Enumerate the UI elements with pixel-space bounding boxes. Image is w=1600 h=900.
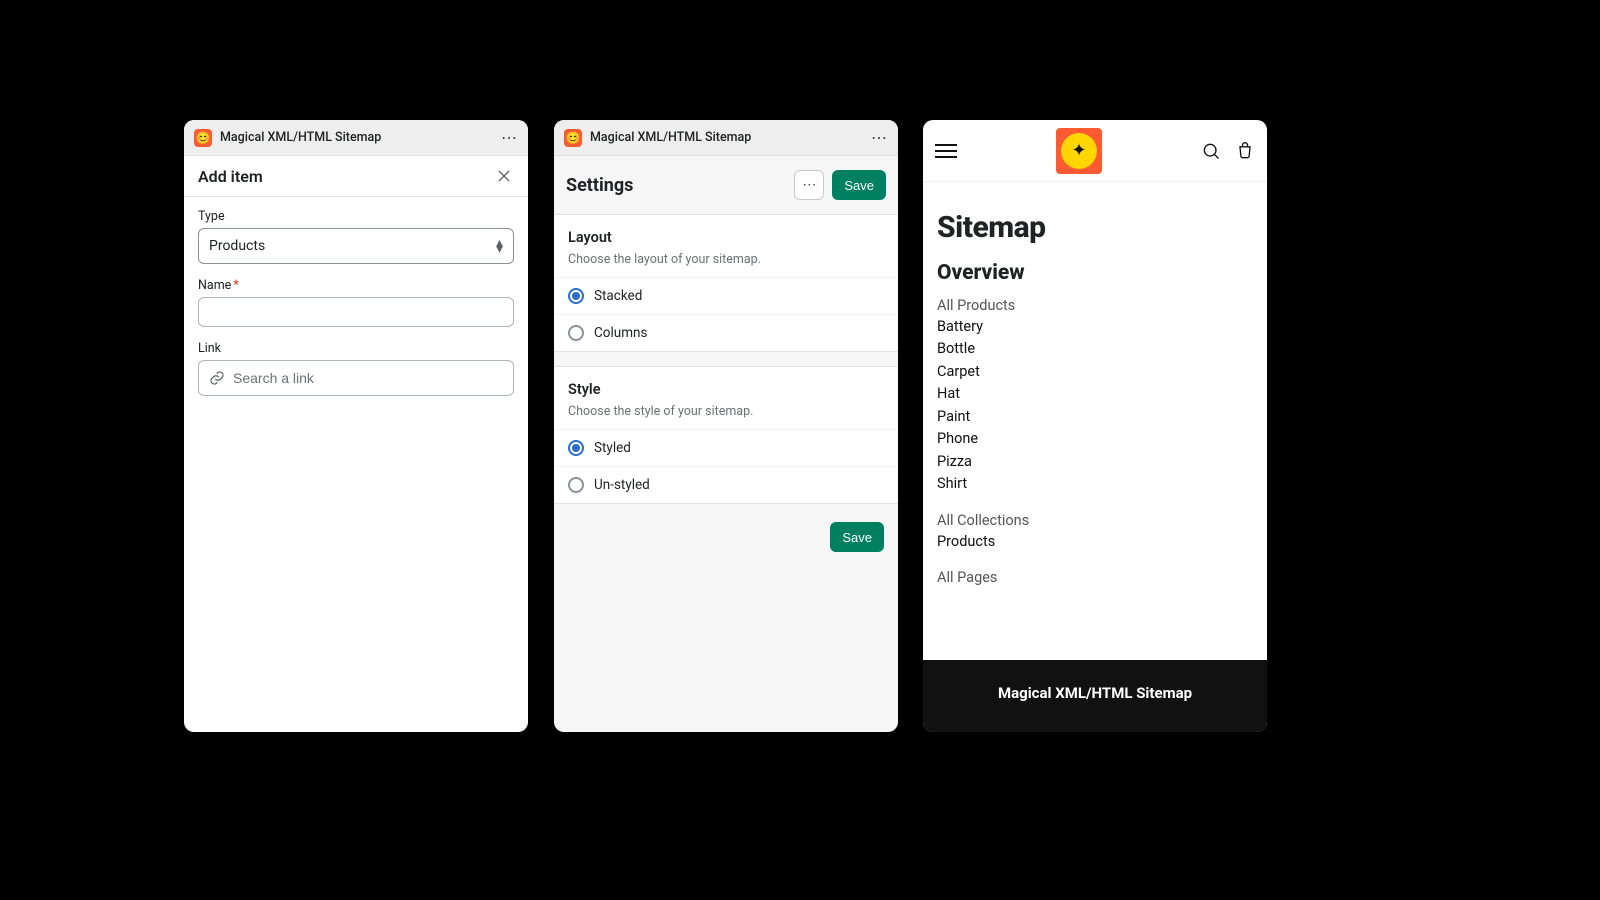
app-title: Magical XML/HTML Sitemap: [590, 130, 863, 145]
style-option-unstyled[interactable]: Un-styled: [554, 466, 898, 503]
search-icon[interactable]: [1201, 141, 1221, 161]
section-header: Add item: [184, 156, 528, 197]
radio-icon: [568, 288, 584, 304]
name-input[interactable]: [198, 297, 514, 327]
sitemap-link[interactable]: Bottle: [937, 338, 1253, 360]
type-select[interactable]: Products ▴▾: [198, 228, 514, 264]
app-title: Magical XML/HTML Sitemap: [220, 130, 493, 145]
pages-head[interactable]: All Pages: [937, 569, 1253, 586]
products-head[interactable]: All Products: [937, 297, 1253, 314]
style-card: Style Choose the style of your sitemap. …: [554, 366, 898, 504]
link-input[interactable]: [233, 370, 503, 386]
settings-header: Settings ⋯ Save: [554, 156, 898, 214]
pages-group: All Pages: [937, 569, 1253, 586]
products-group: All Products BatteryBottleCarpetHatPaint…: [937, 297, 1253, 496]
close-button[interactable]: [494, 166, 514, 186]
overview-heading: Overview: [937, 261, 1253, 285]
menu-icon[interactable]: [935, 140, 957, 162]
style-desc: Choose the style of your sitemap.: [568, 404, 884, 419]
app-bar: 😊 Magical XML/HTML Sitemap ⋯: [184, 120, 528, 156]
add-item-panel: 😊 Magical XML/HTML Sitemap ⋯ Add item Ty…: [184, 120, 528, 732]
link-label: Link: [198, 341, 514, 356]
link-input-wrap[interactable]: [198, 360, 514, 396]
save-footer: Save: [554, 518, 898, 556]
store-header: ✦: [923, 120, 1267, 182]
chevron-updown-icon: ▴▾: [496, 240, 503, 252]
app-bar: 😊 Magical XML/HTML Sitemap ⋯: [554, 120, 898, 156]
panel-heading: Add item: [198, 167, 263, 186]
layout-desc: Choose the layout of your sitemap.: [568, 252, 884, 267]
cart-icon[interactable]: [1235, 141, 1255, 161]
collections-head[interactable]: All Collections: [937, 512, 1253, 529]
page-title: Sitemap: [937, 210, 1253, 245]
close-icon: [496, 168, 512, 184]
style-option-styled[interactable]: Styled: [554, 429, 898, 466]
sitemap-link[interactable]: Battery: [937, 316, 1253, 338]
type-label: Type: [198, 209, 514, 224]
name-label: Name*: [198, 278, 514, 293]
layout-card: Layout Choose the layout of your sitemap…: [554, 214, 898, 352]
layout-option-stacked[interactable]: Stacked: [554, 277, 898, 314]
smiley-icon: ✦: [1061, 133, 1097, 169]
store-body: Sitemap Overview All Products BatteryBot…: [923, 182, 1267, 660]
radio-icon: [568, 325, 584, 341]
sitemap-link[interactable]: Phone: [937, 428, 1253, 450]
store-logo[interactable]: ✦: [1056, 128, 1102, 174]
sitemap-link[interactable]: Products: [937, 531, 1253, 553]
collections-group: All Collections Products: [937, 512, 1253, 553]
radio-icon: [568, 477, 584, 493]
settings-heading: Settings: [566, 175, 786, 196]
link-icon: [209, 370, 225, 386]
storefront-panel: ✦ Sitemap Overview All Products BatteryB…: [923, 120, 1267, 732]
app-logo-icon: 😊: [194, 129, 212, 147]
more-icon[interactable]: ⋯: [501, 130, 518, 146]
more-icon[interactable]: ⋯: [871, 130, 888, 146]
type-value: Products: [209, 238, 496, 254]
style-title: Style: [568, 381, 884, 398]
sitemap-link[interactable]: Paint: [937, 406, 1253, 428]
logo-wrap: ✦: [965, 128, 1193, 174]
sitemap-link[interactable]: Shirt: [937, 473, 1253, 495]
save-button-footer[interactable]: Save: [830, 522, 884, 552]
sitemap-link[interactable]: Hat: [937, 383, 1253, 405]
store-footer: Magical XML/HTML Sitemap: [923, 660, 1267, 732]
layout-title: Layout: [568, 229, 884, 246]
sitemap-link[interactable]: Carpet: [937, 361, 1253, 383]
settings-panel: 😊 Magical XML/HTML Sitemap ⋯ Settings ⋯ …: [554, 120, 898, 732]
save-button[interactable]: Save: [832, 170, 886, 200]
more-actions-button[interactable]: ⋯: [794, 170, 824, 200]
layout-option-columns[interactable]: Columns: [554, 314, 898, 351]
form-body: Type Products ▴▾ Name* Link: [184, 197, 528, 408]
app-logo-icon: 😊: [564, 129, 582, 147]
radio-icon: [568, 440, 584, 456]
sitemap-link[interactable]: Pizza: [937, 451, 1253, 473]
